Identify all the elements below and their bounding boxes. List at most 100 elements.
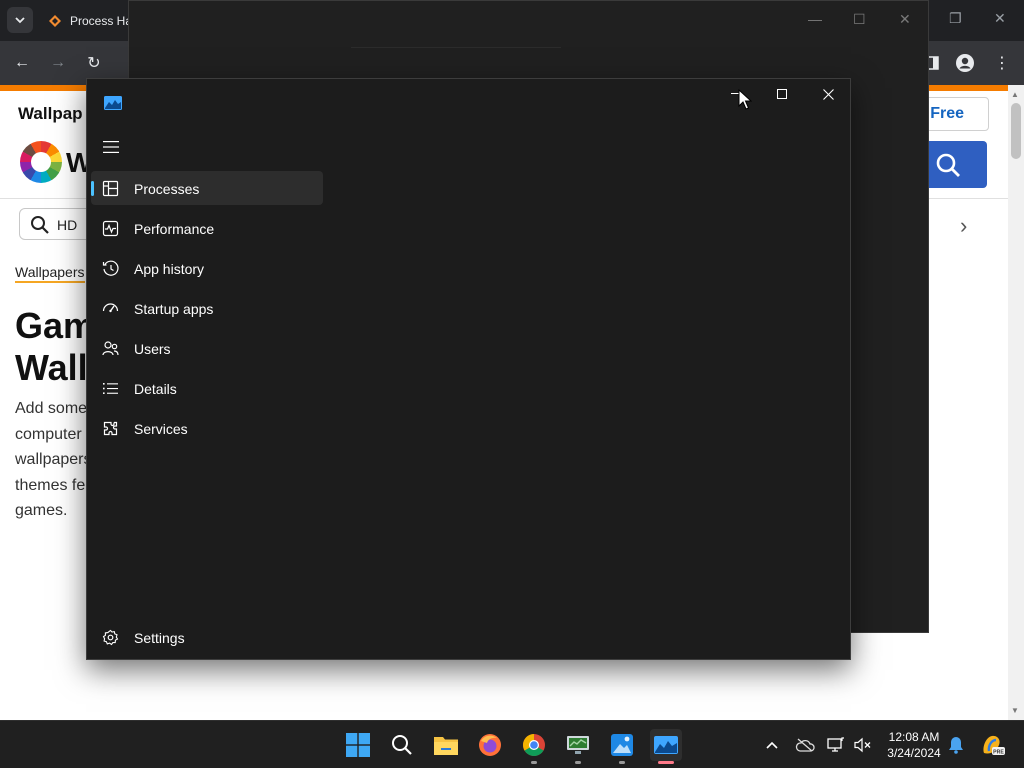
- profile-avatar-icon[interactable]: [953, 51, 977, 75]
- nav-item-label: Users: [134, 341, 171, 357]
- start-button[interactable]: [342, 729, 374, 761]
- scroll-down-icon[interactable]: ▼: [1011, 706, 1019, 715]
- nav-item-users[interactable]: Users: [91, 331, 323, 365]
- description-line: computer: [15, 425, 82, 443]
- page-title-line: Gam: [15, 305, 96, 346]
- page-description: Add some computer wallpapers themes fe g…: [15, 396, 95, 524]
- site-logo-icon[interactable]: [20, 141, 62, 183]
- close-icon: [822, 88, 834, 100]
- nav-item-app-history[interactable]: App history: [91, 251, 323, 285]
- photos-app-button[interactable]: [606, 729, 638, 764]
- tab-title: Process Ha: [70, 14, 133, 28]
- browser-restore-icon[interactable]: ❐: [949, 10, 962, 27]
- file-explorer-button[interactable]: [430, 729, 462, 761]
- nav-item-label: App history: [134, 261, 205, 277]
- browser-close-icon[interactable]: ✕: [994, 10, 1006, 27]
- taskbar: 12:08 AM 3/24/2024 PRE: [0, 720, 1024, 768]
- gear-icon: [102, 629, 119, 646]
- mouse-cursor-icon: [738, 89, 752, 110]
- breadcrumb[interactable]: Wallpapers: [15, 264, 85, 283]
- taskbar-search-button[interactable]: [386, 729, 418, 761]
- process-hacker-favicon-icon: [48, 14, 62, 28]
- search-icon: [936, 153, 960, 177]
- nav-item-label: Startup apps: [134, 301, 214, 317]
- forward-arrow-icon[interactable]: →: [46, 51, 70, 75]
- description-line: Add some: [15, 400, 88, 417]
- folder-icon: [434, 737, 458, 755]
- chrome-button[interactable]: [518, 729, 550, 764]
- reload-icon[interactable]: ↻: [82, 51, 106, 75]
- divider: [351, 47, 561, 48]
- scroll-up-icon[interactable]: ▲: [1011, 90, 1019, 99]
- running-indicator: [575, 761, 581, 764]
- photos-icon: [611, 734, 633, 756]
- task-manager-app-icon: [654, 736, 678, 754]
- search-icon: [31, 216, 49, 234]
- minimize-button[interactable]: [713, 79, 759, 109]
- onedrive-offline-icon[interactable]: [795, 735, 815, 755]
- active-app-indicator: [658, 761, 674, 764]
- monitor-app-button[interactable]: [562, 729, 594, 764]
- task-manager-window: Processes Performance App history Startu…: [86, 78, 851, 660]
- nav-item-services[interactable]: Services: [91, 411, 323, 445]
- running-indicator: [531, 761, 537, 764]
- close-icon[interactable]: ✕: [899, 11, 911, 28]
- details-icon: [103, 383, 118, 394]
- firefox-icon: [479, 734, 501, 756]
- maximize-icon: [777, 89, 787, 99]
- nav-item-settings[interactable]: Settings: [91, 620, 323, 654]
- task-manager-app-icon: [104, 96, 122, 110]
- nav-item-processes[interactable]: Processes: [91, 171, 323, 205]
- site-name[interactable]: Wallpap: [18, 104, 83, 124]
- search-icon: [392, 735, 412, 755]
- close-button[interactable]: [805, 79, 851, 109]
- processes-icon: [102, 180, 119, 197]
- users-icon: [102, 341, 119, 356]
- nav-item-performance[interactable]: Performance: [91, 211, 323, 245]
- clock-date: 3/24/2024: [887, 746, 941, 760]
- network-display-icon[interactable]: [826, 735, 846, 755]
- kebab-menu-icon[interactable]: ⋮: [990, 51, 1014, 75]
- nav-item-label: Processes: [134, 181, 200, 197]
- clock-time: 12:08 AM: [888, 730, 940, 744]
- page-title: Gam Wall: [15, 305, 95, 389]
- notification-bell-icon[interactable]: [946, 735, 966, 755]
- monitor-app-icon: [567, 736, 589, 754]
- page-title-line: Wall: [15, 347, 88, 388]
- chrome-icon: [523, 734, 545, 756]
- svg-text:PRE: PRE: [993, 749, 1004, 755]
- windows-logo-icon: [346, 733, 370, 757]
- nav-item-label: Services: [134, 421, 188, 437]
- app-history-icon: [102, 260, 119, 276]
- running-indicator: [619, 761, 625, 764]
- taskbar-clock[interactable]: 12:08 AM 3/24/2024: [876, 729, 952, 761]
- performance-icon: [102, 220, 119, 237]
- hamburger-menu-icon[interactable]: [103, 141, 119, 153]
- firefox-button[interactable]: [474, 729, 506, 761]
- tab-search-button[interactable]: [7, 7, 33, 33]
- maximize-button[interactable]: [759, 79, 805, 109]
- active-indicator: [91, 181, 94, 196]
- page-scrollbar[interactable]: [1008, 85, 1024, 720]
- description-line: themes fe: [15, 476, 86, 494]
- services-icon: [103, 421, 118, 436]
- nav-item-label: Performance: [134, 221, 215, 237]
- maximize-icon[interactable]: ☐: [853, 11, 866, 28]
- minimize-icon[interactable]: —: [808, 11, 822, 27]
- description-line: games.: [15, 502, 68, 519]
- search-chip-text: HD: [57, 217, 78, 233]
- scroll-thumb[interactable]: [1011, 103, 1021, 159]
- chevron-up-icon[interactable]: [762, 735, 782, 755]
- nav-item-details[interactable]: Details: [91, 371, 323, 405]
- chevron-down-icon: [15, 17, 25, 24]
- back-arrow-icon[interactable]: ←: [10, 51, 34, 75]
- nav-item-startup-apps[interactable]: Startup apps: [91, 291, 323, 325]
- description-line: wallpapers: [15, 451, 92, 468]
- volume-muted-icon[interactable]: [853, 735, 873, 755]
- task-manager-taskbar-button[interactable]: [650, 729, 682, 764]
- chevron-right-icon[interactable]: ›: [960, 213, 967, 239]
- nav-item-label: Settings: [134, 630, 185, 646]
- nav-item-label: Details: [134, 381, 177, 397]
- copilot-pre-icon[interactable]: PRE: [980, 735, 1006, 755]
- startup-apps-icon: [102, 303, 119, 313]
